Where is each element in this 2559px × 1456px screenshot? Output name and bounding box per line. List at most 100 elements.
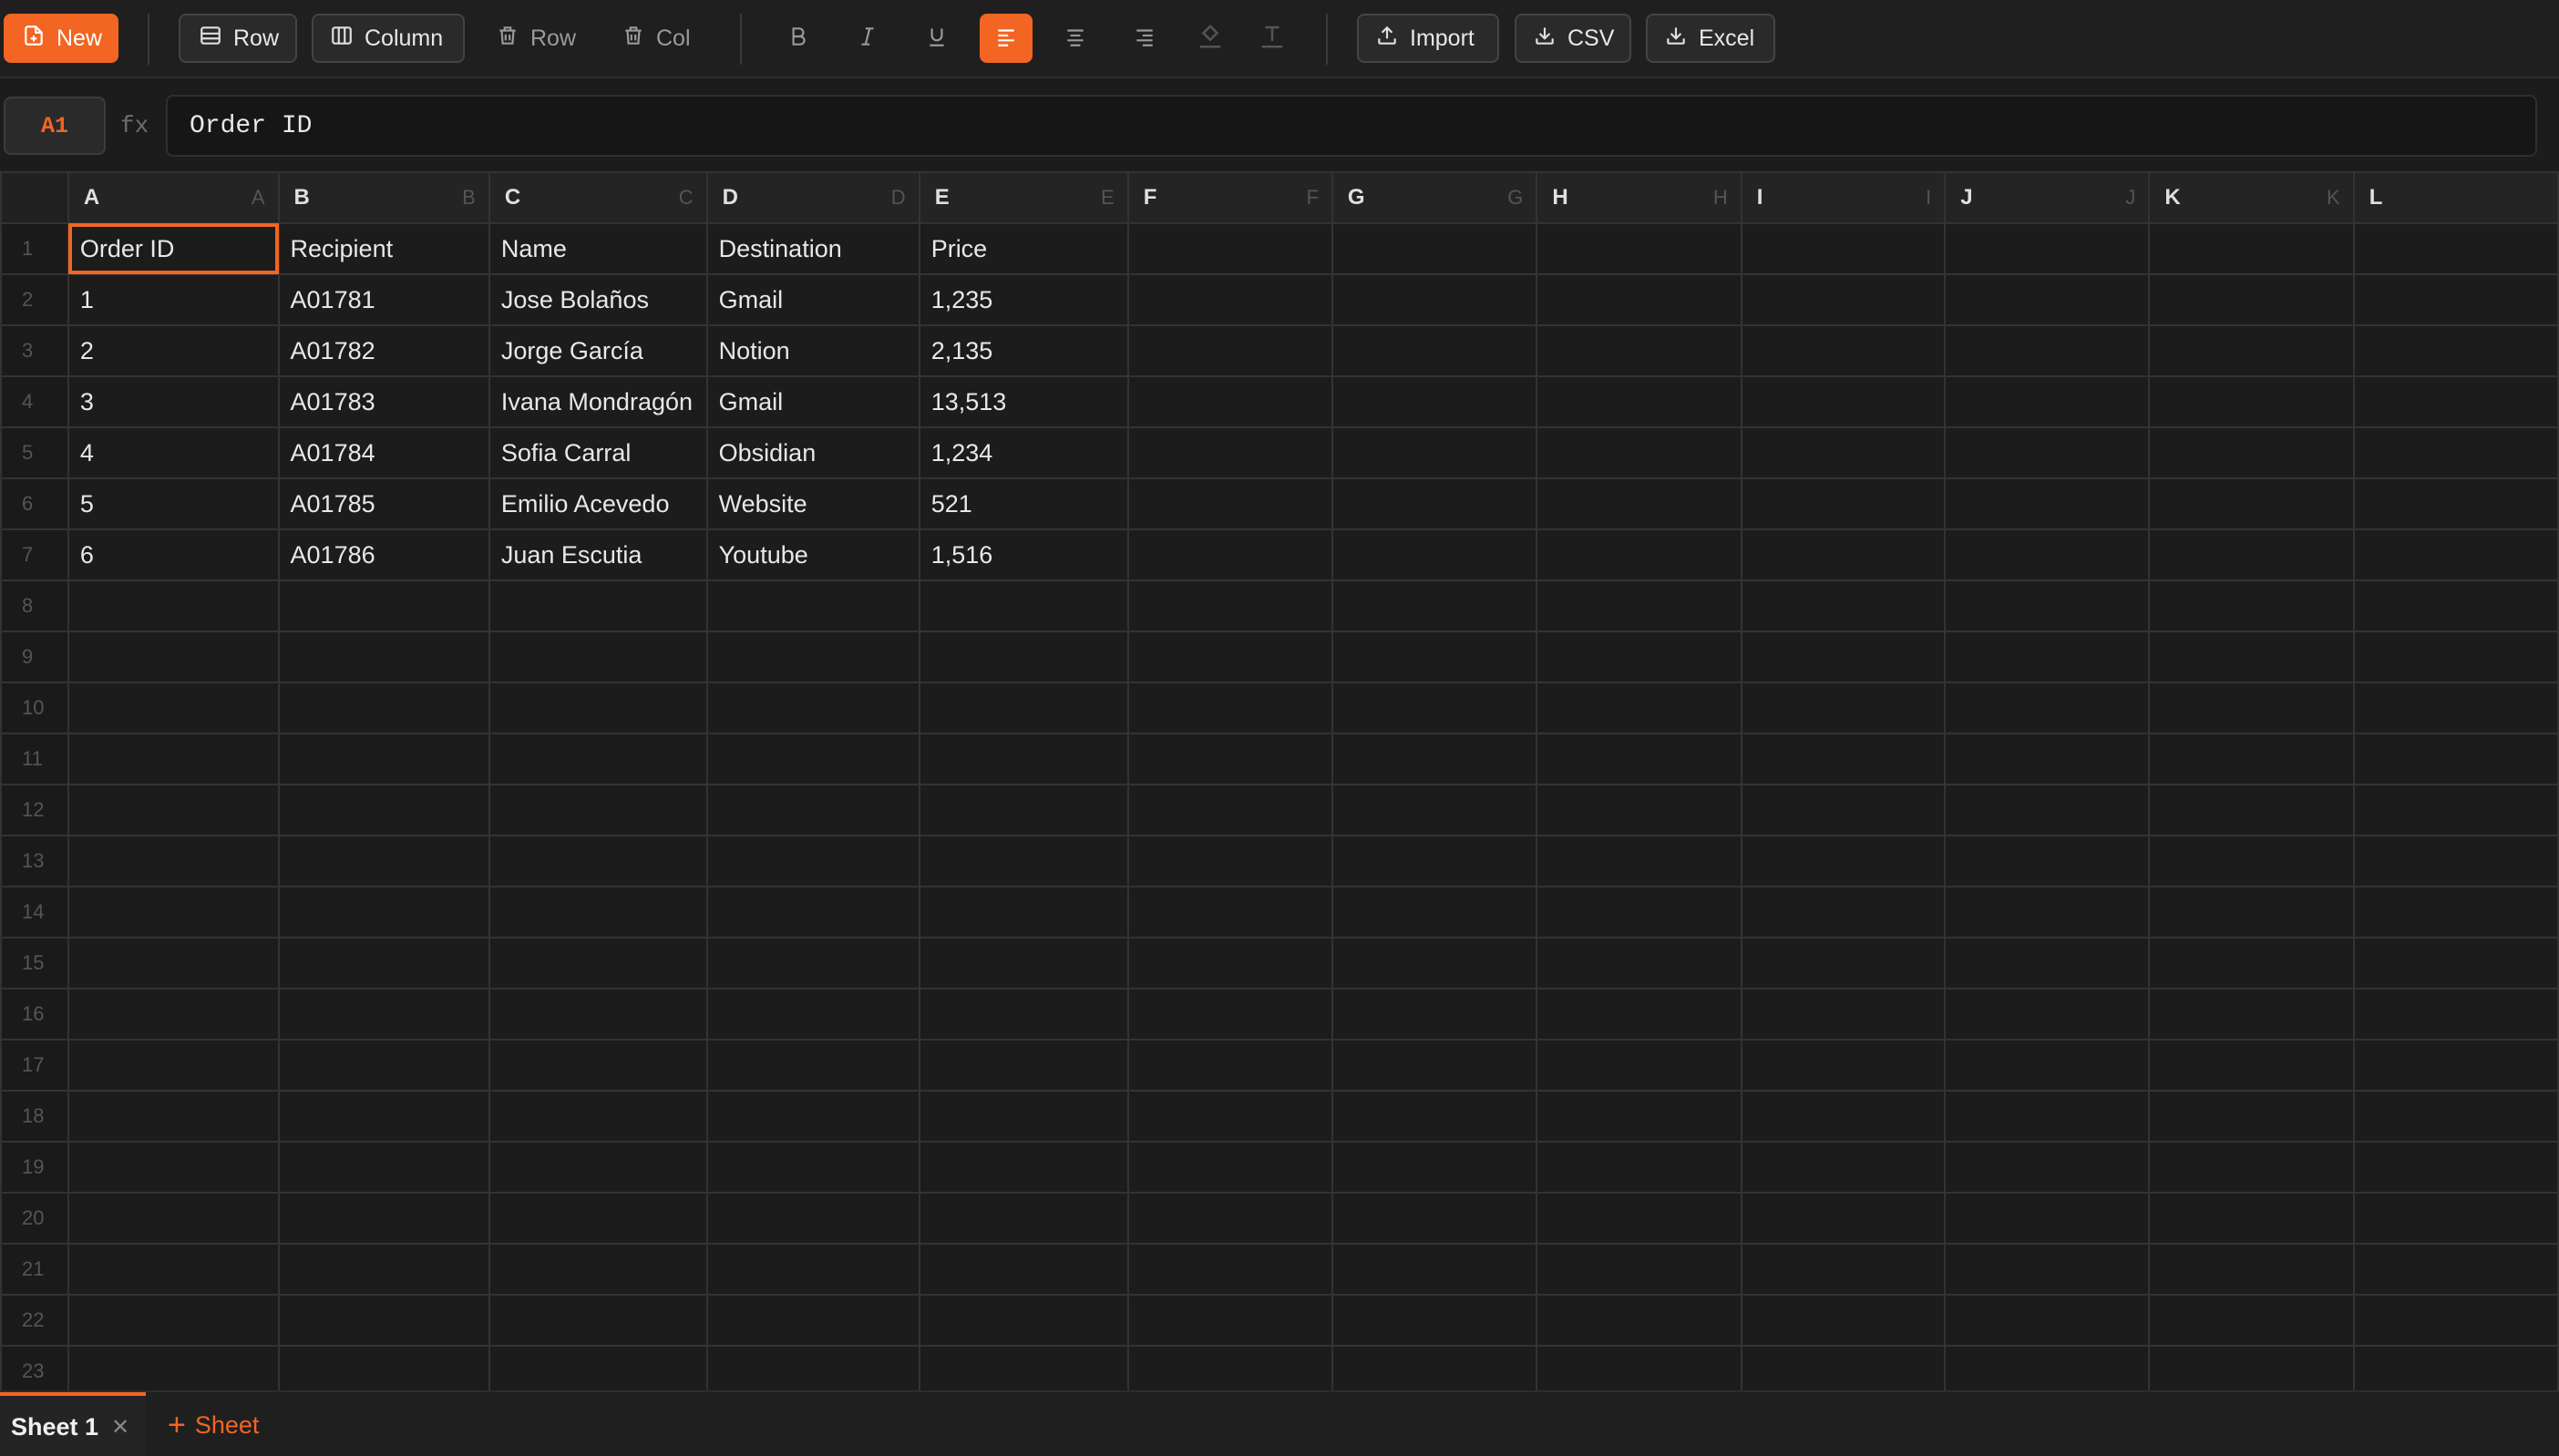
grid-cell[interactable] (1331, 426, 1538, 479)
grid-cell[interactable] (67, 1243, 280, 1296)
grid-cell[interactable] (1126, 222, 1333, 275)
grid-cell[interactable] (2352, 682, 2559, 734)
grid-cell[interactable] (1126, 1294, 1333, 1347)
grid-cell[interactable]: Price (918, 222, 1129, 275)
grid-cell[interactable] (1944, 1192, 2151, 1245)
grid-cell[interactable] (1944, 1294, 2151, 1347)
grid-cell[interactable] (918, 937, 1129, 989)
grid-cell[interactable]: 1 (67, 273, 280, 326)
grid-cell[interactable] (1740, 1192, 1947, 1245)
grid-cell[interactable] (705, 988, 920, 1041)
grid-cell[interactable] (67, 1141, 280, 1194)
grid-cell[interactable] (2148, 426, 2355, 479)
grid-cell[interactable] (2148, 375, 2355, 428)
grid-cell[interactable] (1536, 579, 1742, 632)
column-header-c[interactable]: CC (488, 171, 708, 224)
grid-cell[interactable] (2148, 784, 2355, 836)
grid-cell[interactable]: Recipient (277, 222, 490, 275)
grid-cell[interactable] (277, 1141, 490, 1194)
row-header[interactable]: 10 (0, 682, 69, 734)
grid-cell[interactable] (1740, 733, 1947, 785)
grid-cell[interactable] (2352, 222, 2559, 275)
grid-cell[interactable] (2148, 937, 2355, 989)
grid-cell[interactable] (2148, 273, 2355, 326)
column-header-k[interactable]: KK (2148, 171, 2355, 224)
grid-cell[interactable] (277, 579, 490, 632)
grid-cell[interactable]: Jorge García (488, 324, 708, 377)
grid-cell[interactable] (2148, 222, 2355, 275)
grid-cell[interactable]: 3 (67, 375, 280, 428)
grid-cell[interactable] (1331, 886, 1538, 938)
grid-cell[interactable] (277, 835, 490, 887)
grid-cell[interactable] (488, 579, 708, 632)
grid-cell[interactable] (1331, 988, 1538, 1041)
grid-cell[interactable] (277, 1243, 490, 1296)
grid-cell[interactable] (67, 1294, 280, 1347)
grid-cell[interactable] (1536, 733, 1742, 785)
grid-cell[interactable] (918, 1090, 1129, 1143)
row-header[interactable]: 22 (0, 1294, 69, 1347)
grid-cell[interactable] (488, 1294, 708, 1347)
grid-cell[interactable] (1740, 1243, 1947, 1296)
grid-cell[interactable]: 1,516 (918, 528, 1129, 581)
row-header[interactable]: 8 (0, 579, 69, 632)
grid-cell[interactable] (1126, 835, 1333, 887)
grid-cell[interactable] (2352, 1243, 2559, 1296)
grid-cell[interactable] (2352, 1294, 2559, 1347)
grid-cell[interactable] (705, 579, 920, 632)
underline-button[interactable] (910, 14, 963, 63)
grid-cell[interactable] (1536, 835, 1742, 887)
row-header[interactable]: 1 (0, 222, 69, 275)
grid-cell[interactable] (277, 733, 490, 785)
grid-cell[interactable]: A01784 (277, 426, 490, 479)
grid-cell[interactable] (67, 835, 280, 887)
grid-cell[interactable] (1536, 937, 1742, 989)
grid-cell[interactable]: Juan Escutia (488, 528, 708, 581)
csv-export-button[interactable]: CSV (1515, 14, 1631, 63)
grid-cell[interactable] (1944, 835, 2151, 887)
grid-cell[interactable] (488, 937, 708, 989)
grid-cell[interactable]: 4 (67, 426, 280, 479)
grid-cell[interactable] (1331, 324, 1538, 377)
grid-cell[interactable] (67, 733, 280, 785)
grid-cell[interactable] (2352, 477, 2559, 530)
grid-cell[interactable] (1126, 988, 1333, 1041)
grid-cell[interactable] (1536, 1090, 1742, 1143)
grid-cell[interactable] (2352, 528, 2559, 581)
grid-cell[interactable] (2352, 273, 2559, 326)
grid-cell[interactable] (1536, 273, 1742, 326)
grid-cell[interactable] (277, 1090, 490, 1143)
grid-cell[interactable] (1944, 375, 2151, 428)
grid-cell[interactable] (1536, 1243, 1742, 1296)
italic-button[interactable] (841, 14, 894, 63)
grid-cell[interactable] (67, 1090, 280, 1143)
grid-cell[interactable] (1126, 426, 1333, 479)
excel-export-button[interactable]: Excel (1646, 14, 1775, 63)
grid-cell[interactable] (1536, 682, 1742, 734)
grid-cell[interactable] (277, 682, 490, 734)
grid-cell[interactable] (1126, 784, 1333, 836)
grid-cell[interactable]: 1,234 (918, 426, 1129, 479)
grid-cell[interactable] (1536, 375, 1742, 428)
grid-cell[interactable]: 13,513 (918, 375, 1129, 428)
grid-cell[interactable] (2148, 324, 2355, 377)
grid-cell[interactable]: A01785 (277, 477, 490, 530)
row-header[interactable]: 6 (0, 477, 69, 530)
grid-cell[interactable] (1331, 937, 1538, 989)
grid-cell[interactable] (1740, 682, 1947, 734)
row-header[interactable]: 16 (0, 988, 69, 1041)
grid-cell[interactable]: A01782 (277, 324, 490, 377)
grid-cell[interactable] (1944, 784, 2151, 836)
grid-cell[interactable] (2352, 937, 2559, 989)
grid-cell[interactable] (1740, 477, 1947, 530)
grid-cell[interactable] (67, 579, 280, 632)
grid-cell[interactable] (1126, 1090, 1333, 1143)
grid-cell[interactable] (2352, 988, 2559, 1041)
row-header[interactable]: 7 (0, 528, 69, 581)
grid-cell[interactable] (1536, 528, 1742, 581)
grid-cell[interactable] (1331, 835, 1538, 887)
add-sheet-button[interactable]: + Sheet (168, 1401, 259, 1449)
grid-cell[interactable] (1944, 682, 2151, 734)
grid-cell[interactable] (1740, 273, 1947, 326)
grid-cell[interactable] (705, 733, 920, 785)
